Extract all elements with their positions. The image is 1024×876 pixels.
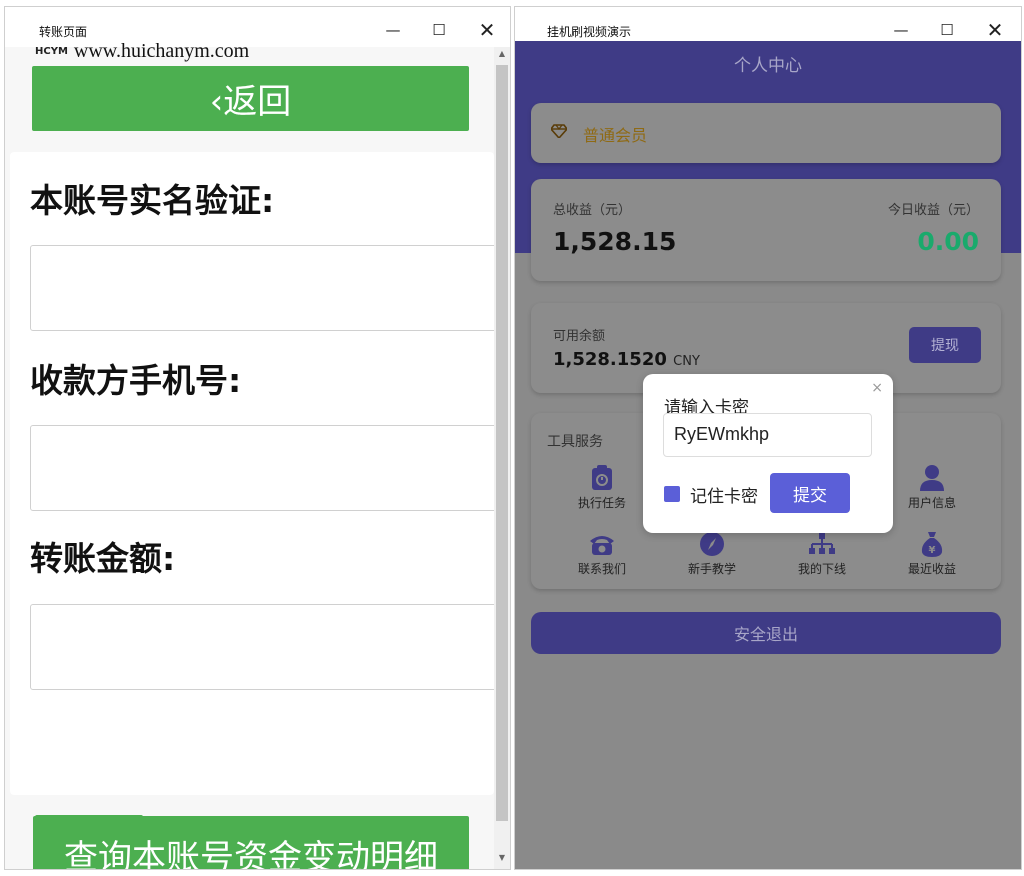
close-icon[interactable]: ✕ <box>979 18 1011 42</box>
balance-label: 可用余额 <box>553 329 606 344</box>
back-button[interactable]: ‹返回 <box>32 66 469 131</box>
scroll-thumb[interactable] <box>496 65 508 821</box>
realname-label: 本账号实名验证: <box>30 181 275 220</box>
member-level: 普通会员 <box>583 126 648 145</box>
phone-input[interactable] <box>30 425 494 511</box>
earnings-card: 总收益（元） 1,528.15 今日收益（元） 0.00 <box>531 179 1001 281</box>
tool-my-downline[interactable]: 我的下线 <box>777 529 867 577</box>
user-icon <box>920 465 944 491</box>
page-title: 个人中心 <box>734 56 802 76</box>
maximize-icon[interactable]: ☐ <box>423 19 455 41</box>
tool-label: 用户信息 <box>907 496 956 510</box>
phone-icon <box>590 536 614 555</box>
transfer-page: ‹返回 本账号实名验证: 收款方手机号: 转账金额: 提交 查询本账号资金变动明… <box>5 47 494 869</box>
transfer-window: 转账页面 — ☐ ✕ HCYM www.huichanym.com ‹返回 本账… <box>4 6 511 870</box>
query-details-button[interactable]: 查询本账号资金变动明细 <box>33 816 469 869</box>
watermark-url: www.huichanym.com <box>73 40 250 62</box>
tool-execute-task[interactable]: 执行任务 <box>557 463 647 511</box>
total-earnings-value: 1,528.15 <box>553 227 677 256</box>
tool-contact-us[interactable]: 联系我们 <box>557 529 647 577</box>
card-key-input[interactable]: RyEWmkhp <box>663 413 872 457</box>
clipboard-icon <box>592 465 612 490</box>
today-earnings-value: 0.00 <box>917 227 979 256</box>
personal-center-page: 个人中心 普通会员 总收益（元） 1,528.15 今日收益（元） 0.00 可… <box>515 41 1021 869</box>
money-bag-icon: ¥ <box>921 532 943 557</box>
network-icon <box>809 533 835 554</box>
minimize-icon[interactable]: — <box>377 19 409 41</box>
tool-label: 最近收益 <box>907 562 956 576</box>
watermark: HCYM www.huichanym.com <box>35 40 249 63</box>
svg-text:¥: ¥ <box>929 545 936 556</box>
scroll-down-icon[interactable]: ▼ <box>494 853 510 867</box>
card-key-dialog: × 请输入卡密 RyEWmkhp 记住卡密 提交 <box>643 374 893 533</box>
tool-label: 我的下线 <box>797 562 846 576</box>
realname-input[interactable] <box>30 245 494 331</box>
dialog-submit-button[interactable]: 提交 <box>770 473 850 513</box>
tool-label: 执行任务 <box>577 496 626 510</box>
tool-label: 新手教学 <box>687 562 736 576</box>
close-icon[interactable]: ✕ <box>471 18 503 42</box>
vertical-scrollbar[interactable]: ▲ ▼ <box>494 47 510 869</box>
minimize-icon[interactable]: — <box>885 19 917 41</box>
amount-label: 转账金额: <box>30 539 176 578</box>
scroll-up-icon[interactable]: ▲ <box>494 49 510 63</box>
window-title: 转账页面 <box>39 25 88 39</box>
balance-value: 1,528.1520 CNY <box>553 349 700 370</box>
today-earnings-label: 今日收益（元） <box>887 203 979 218</box>
window-title: 挂机刷视频演示 <box>547 25 632 39</box>
transfer-form: 本账号实名验证: 收款方手机号: 转账金额: 提交 <box>10 152 494 869</box>
compass-icon <box>700 532 724 556</box>
balance-amount: 1,528.1520 <box>553 349 667 370</box>
balance-unit: CNY <box>673 354 700 369</box>
diamond-icon <box>551 124 567 138</box>
remember-label[interactable]: 记住卡密 <box>690 482 758 507</box>
tool-label: 联系我们 <box>577 562 626 576</box>
logout-button[interactable]: 安全退出 <box>531 612 1001 654</box>
tool-user-info[interactable]: 用户信息 <box>887 463 977 511</box>
withdraw-button[interactable]: 提现 <box>909 327 981 363</box>
tool-recent-earnings[interactable]: ¥ 最近收益 <box>887 529 977 577</box>
total-earnings-label: 总收益（元） <box>553 203 632 218</box>
phone-label: 收款方手机号: <box>30 361 242 400</box>
tool-tutorial[interactable]: 新手教学 <box>667 529 757 577</box>
tools-title: 工具服务 <box>547 434 603 450</box>
member-card[interactable]: 普通会员 <box>531 103 1001 163</box>
amount-input[interactable] <box>30 604 494 690</box>
dialog-close-icon[interactable]: × <box>871 380 883 396</box>
maximize-icon[interactable]: ☐ <box>931 19 963 41</box>
app-window: 挂机刷视频演示 — ☐ ✕ 个人中心 普通会员 总收益（元） 1,528.15 … <box>514 6 1022 870</box>
watermark-logo: HCYM <box>35 46 68 57</box>
remember-checkbox[interactable] <box>664 486 680 502</box>
